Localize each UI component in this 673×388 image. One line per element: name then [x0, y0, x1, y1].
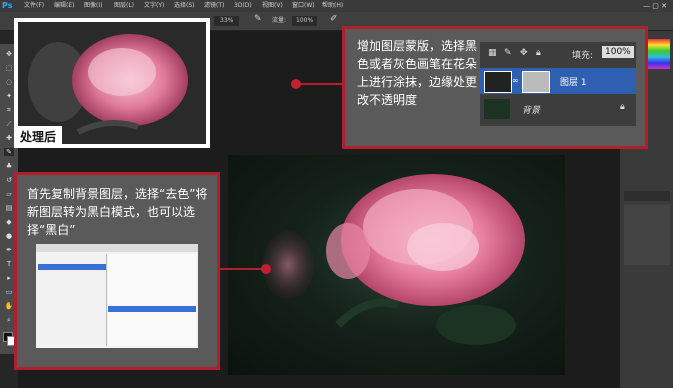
- mini-menu-highlight-2: [108, 306, 196, 312]
- layer-name: 背景: [522, 106, 541, 116]
- callout-left-dot: [261, 264, 271, 274]
- document-canvas[interactable]: [228, 155, 565, 375]
- menu-help[interactable]: 帮助(H): [322, 0, 343, 12]
- lock-paint-icon[interactable]: ✎: [504, 48, 512, 58]
- background-thumbnail: [484, 99, 510, 119]
- type-tool-icon[interactable]: T: [4, 260, 14, 268]
- history-brush-icon[interactable]: ↺: [4, 176, 14, 184]
- layer-row-background[interactable]: 背景 🔒︎: [480, 96, 636, 122]
- menu-filter[interactable]: 滤镜(T): [204, 0, 224, 12]
- lock-position-icon[interactable]: ✥: [520, 48, 528, 58]
- layer-mask-thumbnail[interactable]: [522, 71, 550, 93]
- path-select-icon[interactable]: ▸: [4, 274, 14, 282]
- layer-row-layer1[interactable]: ∞ 图层 1: [480, 68, 636, 94]
- menu-layer[interactable]: 图层(L): [114, 0, 134, 12]
- menu-file[interactable]: 文件(F): [24, 0, 44, 12]
- move-tool-icon[interactable]: ✥: [4, 50, 14, 58]
- lock-all-icon[interactable]: 🔒︎: [536, 48, 541, 58]
- menu-view[interactable]: 视图(V): [262, 0, 283, 12]
- pen-tool-icon[interactable]: ✒: [4, 246, 14, 254]
- mini-menu-bar: [36, 244, 198, 252]
- menu-bar: Ps 文件(F) 编辑(E) 图像(I) 图层(L) 文字(Y) 选择(S) 滤…: [0, 0, 673, 12]
- layer1-thumbnail: [484, 71, 512, 93]
- callout-left-connector: [214, 268, 266, 270]
- mini-submenu: [108, 254, 196, 346]
- stamp-tool-icon[interactable]: ♣: [4, 162, 14, 170]
- quick-select-tool-icon[interactable]: ✦: [4, 92, 14, 100]
- after-preview: 处理后: [14, 18, 210, 148]
- callout-top-connector: [296, 83, 344, 85]
- fill-value[interactable]: 100%: [602, 46, 634, 58]
- peony-photo: [262, 174, 525, 345]
- dodge-tool-icon[interactable]: ●: [4, 232, 14, 240]
- marquee-tool-icon[interactable]: ⬚: [4, 64, 14, 72]
- eyedropper-tool-icon[interactable]: ⟋: [4, 120, 14, 128]
- crop-tool-icon[interactable]: ⌗: [4, 106, 14, 114]
- menu-select[interactable]: 选择(S): [174, 0, 195, 12]
- zoom-field[interactable]: 33%: [214, 16, 240, 26]
- flow-field[interactable]: 100%: [292, 16, 318, 26]
- menu-edit[interactable]: 编辑(E): [54, 0, 74, 12]
- layers-panel: ▦ ✎ ✥ 🔒︎ 填充: 100% ∞ 图层 1 背景 🔒︎: [480, 42, 636, 126]
- callout-left-text: 首先复制背景图层，选择“去色”将新图层转为黑白模式，也可以选择“黑白”: [27, 187, 208, 237]
- menu-image[interactable]: 图像(I): [84, 0, 102, 12]
- pressure-icon[interactable]: ✐: [330, 14, 338, 24]
- mini-menu-highlight-1: [38, 264, 106, 270]
- lock-pixels-icon[interactable]: ▦: [488, 48, 497, 58]
- fill-label: 填充:: [572, 51, 594, 61]
- panel-tabs[interactable]: [624, 191, 670, 201]
- airbrush-icon[interactable]: ✎: [254, 14, 262, 24]
- eraser-tool-icon[interactable]: ▱: [4, 190, 14, 198]
- healing-tool-icon[interactable]: ✚: [4, 134, 14, 142]
- link-icon[interactable]: ∞: [512, 76, 519, 85]
- callout-top-dot: [291, 79, 301, 89]
- callout-top-text: 增加图层蒙版，选择黑色或者灰色画笔在花朵上进行涂抹，边缘处更改不透明度: [357, 39, 478, 107]
- window-controls[interactable]: — ▢ ✕: [643, 0, 667, 12]
- after-label: 处理后: [14, 126, 63, 148]
- adjustments-menu-screenshot: [36, 244, 198, 348]
- hand-tool-icon[interactable]: ✋: [4, 302, 14, 310]
- gradient-tool-icon[interactable]: ▤: [4, 204, 14, 212]
- flow-label: 流量:: [272, 17, 287, 24]
- zoom-tool-icon[interactable]: ⌕: [4, 316, 14, 324]
- menu-window[interactable]: 窗口(W): [292, 0, 315, 12]
- layer-name: 图层 1: [560, 78, 587, 88]
- background-lock-icon: 🔒︎: [620, 102, 625, 112]
- brush-tool-icon[interactable]: ✎: [4, 148, 14, 156]
- photoshop-logo: Ps: [2, 1, 13, 10]
- panel-body: [624, 205, 670, 265]
- menu-type[interactable]: 文字(Y): [144, 0, 164, 12]
- lasso-tool-icon[interactable]: ◌: [4, 78, 14, 86]
- menu-3d[interactable]: 3D(D): [234, 0, 252, 12]
- shape-tool-icon[interactable]: ▭: [4, 288, 14, 296]
- blur-tool-icon[interactable]: ◆: [4, 218, 14, 226]
